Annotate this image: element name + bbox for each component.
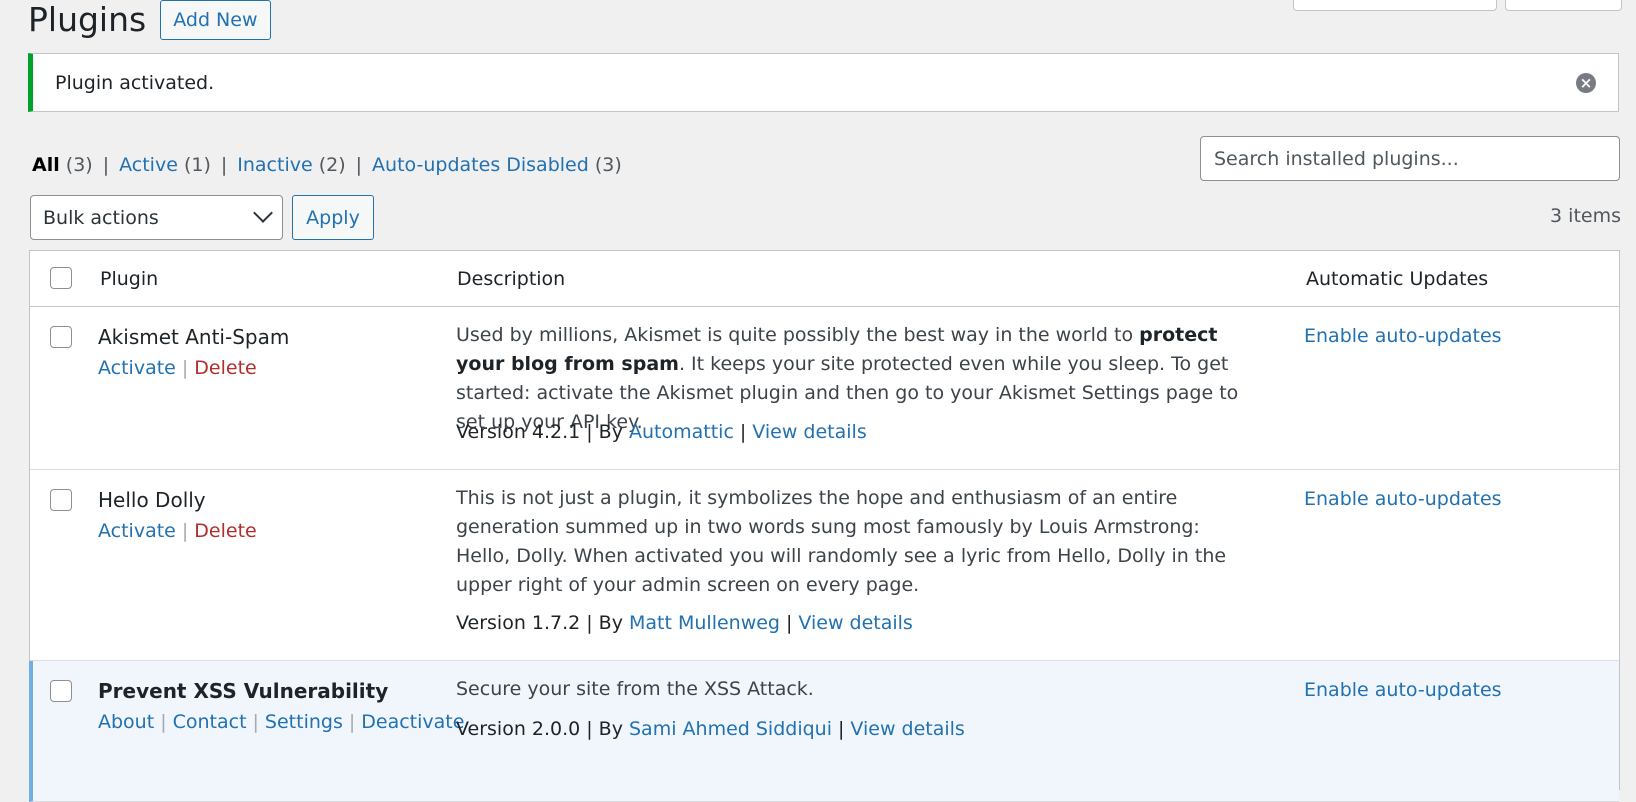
- enable-auto-updates-link[interactable]: Enable auto-updates: [1304, 325, 1502, 347]
- view-details-link[interactable]: View details: [850, 718, 964, 740]
- row-actions: Activate | Delete: [98, 520, 257, 542]
- plugin-name: Prevent XSS Vulnerability: [98, 679, 389, 703]
- chevron-down-icon: [253, 203, 273, 223]
- delete-link[interactable]: Delete: [194, 357, 256, 379]
- search-input[interactable]: Search installed plugins...: [1200, 136, 1620, 181]
- page-header: Plugins Add New: [28, 0, 271, 40]
- bulk-actions-select[interactable]: Bulk actions: [30, 195, 283, 240]
- plugin-description: Used by millions, Akismet is quite possi…: [456, 324, 1239, 433]
- plugin-name: Hello Dolly: [98, 488, 206, 512]
- table-header: Plugin Description Automatic Updates: [30, 251, 1619, 307]
- plugins-table: Plugin Description Automatic Updates Aki…: [29, 250, 1620, 802]
- screen-options-tab[interactable]: [1293, 0, 1497, 11]
- filter-inactive[interactable]: Inactive (2): [237, 154, 345, 176]
- search-placeholder: Search installed plugins...: [1214, 147, 1459, 170]
- dismiss-icon[interactable]: ×: [1576, 73, 1596, 93]
- bulk-actions-label: Bulk actions: [43, 206, 159, 229]
- settings-link[interactable]: Settings: [265, 711, 343, 733]
- select-all-checkbox[interactable]: [50, 267, 72, 289]
- row-checkbox[interactable]: [50, 680, 72, 702]
- row-checkbox[interactable]: [50, 489, 72, 511]
- status-filters: All (3) | Active (1) | Inactive (2) | Au…: [32, 154, 622, 176]
- view-details-link[interactable]: View details: [798, 612, 912, 634]
- notice-text: Plugin activated.: [55, 71, 215, 94]
- page-title: Plugins: [28, 0, 147, 39]
- table-row: Akismet Anti-Spam Activate | Delete Used…: [30, 307, 1619, 470]
- plugin-meta: Version 1.7.2 | By Matt Mullenweg | View det…: [456, 612, 913, 634]
- col-plugin[interactable]: Plugin: [100, 268, 158, 290]
- author-link[interactable]: Automattic: [629, 421, 734, 443]
- add-new-button[interactable]: Add New: [160, 0, 271, 40]
- enable-auto-updates-link[interactable]: Enable auto-updates: [1304, 488, 1502, 510]
- table-row: Hello Dolly Activate | Delete This is no…: [30, 470, 1619, 661]
- col-automatic-updates: Automatic Updates: [1306, 268, 1489, 290]
- row-actions: Activate | Delete: [98, 357, 257, 379]
- filter-active[interactable]: Active (1): [119, 154, 211, 176]
- author-link[interactable]: Matt Mullenweg: [629, 612, 780, 634]
- plugin-name: Akismet Anti-Spam: [98, 325, 290, 349]
- delete-link[interactable]: Delete: [194, 520, 256, 542]
- row-checkbox[interactable]: [50, 326, 72, 348]
- col-description: Description: [457, 268, 566, 290]
- deactivate-link[interactable]: Deactivate: [361, 711, 464, 733]
- help-tab[interactable]: [1505, 0, 1622, 11]
- author-link[interactable]: Sami Ahmed Siddiqui: [629, 718, 832, 740]
- activate-link[interactable]: Activate: [98, 520, 176, 542]
- plugin-meta: Version 4.2.1 | By Automattic | View details: [456, 421, 867, 443]
- activate-link[interactable]: Activate: [98, 357, 176, 379]
- apply-button[interactable]: Apply: [292, 195, 374, 240]
- success-notice: Plugin activated. ×: [28, 53, 1619, 112]
- row-actions: About | Contact | Settings | Deactivate: [98, 711, 465, 733]
- plugin-description: Secure your site from the XSS Attack.: [456, 678, 814, 700]
- view-details-link[interactable]: View details: [752, 421, 866, 443]
- plugin-meta: Version 2.0.0 | By Sami Ahmed Siddiqui | Vie…: [456, 718, 965, 740]
- about-link[interactable]: About: [98, 711, 154, 733]
- contact-link[interactable]: Contact: [173, 711, 247, 733]
- filter-all[interactable]: All (3): [32, 154, 93, 176]
- filter-autoupdates-disabled[interactable]: Auto-updates Disabled (3): [372, 154, 622, 176]
- table-row: Prevent XSS Vulnerability About | Contac…: [29, 661, 1619, 802]
- enable-auto-updates-link[interactable]: Enable auto-updates: [1304, 679, 1502, 701]
- plugin-description: This is not just a plugin, it symbolizes…: [456, 487, 1227, 596]
- items-count: 3 items: [1550, 205, 1621, 227]
